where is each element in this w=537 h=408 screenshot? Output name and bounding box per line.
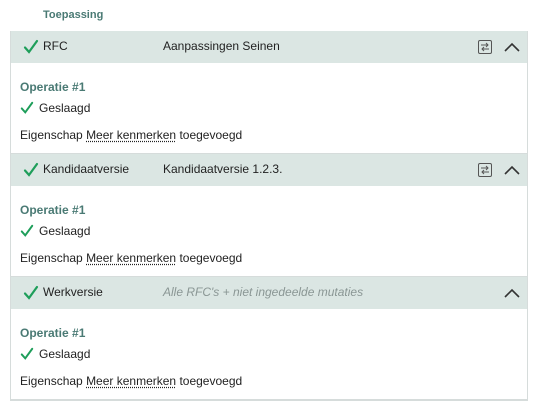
page: Toepassing RFC Aanpassingen Seinen Opera… [0, 0, 537, 408]
panel-name: Kandidaatversie [43, 162, 130, 176]
operation-status: Geslaagd [20, 224, 90, 238]
compare-icon[interactable] [477, 162, 493, 178]
detail-suffix: toegevoegd [179, 374, 243, 388]
panel-rfc: RFC Aanpassingen Seinen Operatie #1 Gesl… [10, 31, 528, 155]
panel-description: Alle RFC's + niet ingedeelde mutaties [163, 285, 364, 299]
operation-status-label: Geslaagd [39, 347, 91, 361]
panel-header[interactable]: Kandidaatversie Kandidaatversie 1.2.3. [11, 154, 527, 186]
panel-body: Operatie #1 Geslaagd Eigenschap Meer ken… [11, 186, 527, 278]
operation-status-label: Geslaagd [39, 224, 91, 238]
panel-name: Werkversie [43, 285, 103, 299]
panel-description: Kandidaatversie 1.2.3. [163, 162, 283, 176]
detail-prefix: Eigenschap [20, 251, 83, 265]
property-link[interactable]: Meer kenmerken [86, 128, 176, 142]
panel-body: Operatie #1 Geslaagd Eigenschap Meer ken… [11, 63, 527, 155]
chevron-up-icon[interactable] [503, 285, 521, 301]
property-link[interactable]: Meer kenmerken [86, 374, 176, 388]
panel-name: RFC [43, 39, 68, 53]
check-icon [23, 285, 39, 300]
operation-detail: Eigenschap Meer kenmerken toegevoegd [20, 251, 242, 265]
check-icon [20, 101, 34, 114]
operation-title: Operatie #1 [20, 326, 86, 340]
detail-prefix: Eigenschap [20, 128, 83, 142]
check-icon [23, 162, 39, 177]
operation-status-label: Geslaagd [39, 101, 91, 115]
detail-prefix: Eigenschap [20, 374, 83, 388]
section-title: Toepassing [43, 9, 104, 21]
operation-title: Operatie #1 [20, 203, 86, 217]
panel-body: Operatie #1 Geslaagd Eigenschap Meer ken… [11, 309, 527, 401]
operation-title: Operatie #1 [20, 80, 86, 94]
panel-description: Aanpassingen Seinen [163, 39, 280, 53]
detail-suffix: toegevoegd [179, 251, 243, 265]
check-icon [23, 39, 39, 54]
property-link[interactable]: Meer kenmerken [86, 251, 176, 265]
operation-detail: Eigenschap Meer kenmerken toegevoegd [20, 374, 242, 388]
detail-suffix: toegevoegd [179, 128, 243, 142]
panel-header[interactable]: RFC Aanpassingen Seinen [11, 31, 527, 63]
chevron-up-icon[interactable] [503, 39, 521, 55]
panel-kandidaatversie: Kandidaatversie Kandidaatversie 1.2.3. O… [10, 154, 528, 278]
operation-status: Geslaagd [20, 347, 90, 361]
operation-status: Geslaagd [20, 101, 90, 115]
check-icon [20, 224, 34, 237]
chevron-up-icon[interactable] [503, 162, 521, 178]
panel-header[interactable]: Werkversie Alle RFC's + niet ingedeelde … [11, 277, 527, 309]
operation-detail: Eigenschap Meer kenmerken toegevoegd [20, 128, 242, 142]
check-icon [20, 347, 34, 360]
panel-werkversie: Werkversie Alle RFC's + niet ingedeelde … [10, 277, 528, 401]
compare-icon[interactable] [477, 39, 493, 55]
